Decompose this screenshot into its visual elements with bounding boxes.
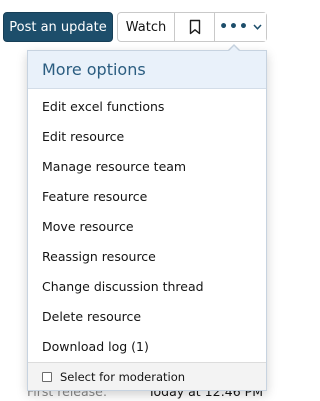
chevron-down-icon (253, 24, 262, 30)
bookmark-button[interactable] (174, 13, 214, 41)
post-update-button[interactable]: Post an update (3, 12, 113, 42)
menu-item-edit-excel-functions[interactable]: Edit excel functions (28, 91, 266, 121)
watch-button[interactable]: Watch (118, 13, 174, 41)
menu-item-manage-resource-team[interactable]: Manage resource team (28, 151, 266, 181)
resource-actions-group: Watch ••• (117, 12, 267, 42)
select-for-moderation-label: Select for moderation (60, 369, 186, 384)
menu-item-edit-resource[interactable]: Edit resource (28, 121, 266, 151)
menu-items-list: Edit excel functions Edit resource Manag… (28, 91, 266, 361)
select-for-moderation-row[interactable]: Select for moderation (28, 362, 266, 390)
menu-item-move-resource[interactable]: Move resource (28, 211, 266, 241)
menu-item-delete-resource[interactable]: Delete resource (28, 301, 266, 331)
menu-item-download-log[interactable]: Download log (1) (28, 331, 266, 361)
menu-item-feature-resource[interactable]: Feature resource (28, 181, 266, 211)
menu-title: More options (28, 51, 266, 89)
menu-item-reassign-resource[interactable]: Reassign resource (28, 241, 266, 271)
menu-item-change-discussion-thread[interactable]: Change discussion thread (28, 271, 266, 301)
moderation-checkbox[interactable] (42, 371, 52, 382)
menu-caret-fill (228, 46, 240, 52)
more-options-button[interactable]: ••• (214, 13, 266, 41)
more-dots-icon: ••• (219, 19, 249, 35)
bookmark-icon (189, 19, 200, 35)
more-options-menu: More options Edit excel functions Edit r… (27, 50, 267, 391)
